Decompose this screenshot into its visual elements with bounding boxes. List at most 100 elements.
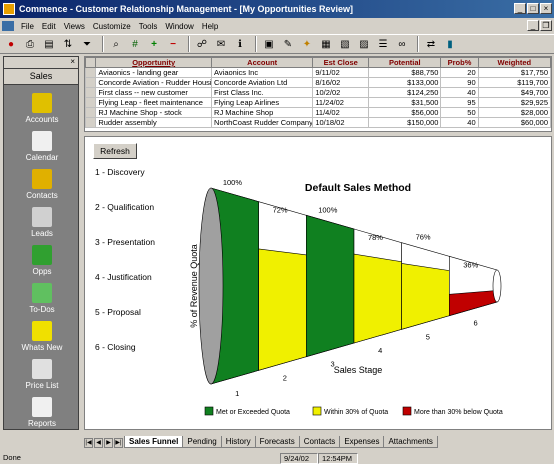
menu-file[interactable]: File — [17, 22, 38, 31]
next-tab-icon[interactable]: ▶ — [104, 438, 113, 448]
reports-icon — [32, 397, 52, 417]
col-opportunity[interactable]: Opportunity — [95, 57, 213, 68]
grid-cell: $119,700 — [477, 77, 552, 88]
binoculars-icon[interactable]: ∞ — [394, 36, 410, 52]
grid-cell: Flying Leap Airlines — [211, 97, 314, 108]
delete-icon[interactable]: − — [165, 36, 181, 52]
legend-swatch — [402, 406, 412, 416]
table-row[interactable]: First class -- new customer First Class I… — [84, 87, 552, 98]
info-icon[interactable]: ℹ — [232, 36, 248, 52]
sidebar-item-to-dos[interactable]: To-Dos — [4, 283, 80, 314]
edit-icon[interactable]: ✎ — [280, 36, 296, 52]
sidebar: × Sales Accounts Calendar Contacts Leads Opp… — [3, 56, 79, 430]
table-row[interactable]: Rudder assembly NorthCoast Rudder Company… — [84, 117, 552, 128]
grid-cell: $60,000 — [477, 117, 552, 128]
sort-icon[interactable]: ⇅ — [60, 36, 76, 52]
x-axis-label: Sales Stage — [334, 365, 383, 375]
first-tab-icon[interactable]: |◀ — [84, 438, 93, 448]
app-icon — [3, 3, 15, 15]
table-icon[interactable]: ▦ — [318, 36, 334, 52]
tab-expenses[interactable]: Expenses — [339, 436, 385, 448]
chart-icon[interactable]: ▨ — [356, 36, 372, 52]
sidebar-item-reports[interactable]: Reports — [4, 397, 80, 428]
prev-tab-icon[interactable]: ◀ — [94, 438, 103, 448]
search-icon[interactable]: ⌕ — [108, 36, 124, 52]
document-icon[interactable] — [2, 21, 14, 31]
menu-tools[interactable]: Tools — [135, 22, 162, 31]
sidebar-item-calendar[interactable]: Calendar — [4, 131, 80, 162]
menu-customize[interactable]: Customize — [89, 22, 135, 31]
maximize-button[interactable]: □ — [527, 3, 539, 14]
menu-views[interactable]: Views — [60, 22, 89, 31]
opportunities-grid: Opportunity Account Est Close Potential … — [84, 56, 552, 132]
stop-icon[interactable]: ● — [3, 36, 19, 52]
menu-window[interactable]: Window — [161, 22, 197, 31]
grid-cell: Concorde Aviation - Rudder Housin — [95, 77, 213, 88]
legend-label: More than 30% below Quota — [414, 409, 503, 416]
sidebar-item-leads[interactable]: Leads — [4, 207, 80, 238]
tab-contacts[interactable]: Contacts — [298, 436, 341, 448]
value-label: 100% — [223, 178, 243, 187]
view-icon[interactable]: ▣ — [261, 36, 277, 52]
list-icon[interactable]: ☰ — [375, 36, 391, 52]
report-icon[interactable]: ▧ — [337, 36, 353, 52]
sidebar-item-label: Calendar — [25, 153, 59, 162]
col-potential[interactable]: Potential — [368, 57, 442, 68]
sidebar-tab-sales[interactable]: Sales — [4, 69, 78, 85]
sidebar-item-contacts[interactable]: Contacts — [4, 169, 80, 200]
grid-cell: $29,925 — [477, 97, 552, 108]
funnel-bar — [306, 214, 355, 358]
doc-restore-button[interactable]: ❐ — [540, 20, 552, 31]
add-icon[interactable]: + — [146, 36, 162, 52]
category-label: 1 — [235, 389, 239, 398]
last-tab-icon[interactable]: ▶| — [114, 438, 123, 448]
legend-label: Met or Exceeded Quota — [216, 409, 290, 416]
col-prob[interactable]: Prob% — [440, 57, 479, 68]
save-icon[interactable]: ▮ — [442, 36, 458, 52]
sidebar-header: × — [4, 57, 78, 69]
funnel-front-cap — [198, 187, 224, 385]
col-weighted[interactable]: Weighted — [477, 57, 552, 68]
tab-sales-funnel[interactable]: Sales Funnel — [124, 436, 184, 448]
print-icon[interactable]: ⎙ — [22, 36, 38, 52]
sidebar-item-price-list[interactable]: Price List — [4, 359, 80, 390]
tab-history[interactable]: History — [220, 436, 256, 448]
grid-cell: $150,000 — [368, 117, 442, 128]
contacts-icon — [32, 169, 52, 189]
minimize-button[interactable]: _ — [514, 3, 526, 14]
menu-edit[interactable]: Edit — [38, 22, 60, 31]
sidebar-close-icon[interactable]: × — [70, 57, 75, 66]
tab-attachments[interactable]: Attachments — [383, 436, 438, 448]
grid-cell: RJ Machine Shop - stock — [95, 107, 213, 118]
sync-icon[interactable]: ⇄ — [423, 36, 439, 52]
grid-cell: Flying Leap - fleet maintenance — [95, 97, 213, 108]
sidebar-item-opps[interactable]: Opps — [4, 245, 80, 276]
sidebar-item-whats-new[interactable]: Whats New — [4, 321, 80, 352]
col-account[interactable]: Account — [211, 57, 314, 68]
grid-cell: $133,000 — [368, 77, 442, 88]
connect-icon[interactable]: ☍ — [194, 36, 210, 52]
grid-cell: RJ Machine Shop — [211, 107, 314, 118]
col-est-close[interactable]: Est Close — [312, 57, 370, 68]
grid-cell: 20 — [440, 67, 479, 78]
close-button[interactable]: × — [540, 3, 552, 14]
doc-minimize-button[interactable]: _ — [527, 20, 539, 31]
chart-title: Default Sales Method — [305, 182, 411, 194]
table-row[interactable]: Aviaonics - landing gear Aviaonics Inc 9/1… — [84, 67, 552, 78]
wizard-icon[interactable]: ✦ — [299, 36, 315, 52]
filter-icon[interactable]: ⏷ — [79, 36, 95, 52]
preview-icon[interactable]: ▤ — [41, 36, 57, 52]
menu-help[interactable]: Help — [198, 22, 222, 31]
table-row[interactable]: RJ Machine Shop - stock RJ Machine Shop 11… — [84, 107, 552, 118]
table-row[interactable]: Flying Leap - fleet maintenance Flying Le… — [84, 97, 552, 108]
tab-pending[interactable]: Pending — [182, 436, 222, 448]
email-icon[interactable]: ✉ — [213, 36, 229, 52]
table-row[interactable]: Concorde Aviation - Rudder Housin Concord… — [84, 77, 552, 88]
tab-forecasts[interactable]: Forecasts — [254, 436, 300, 448]
todo-icon — [32, 283, 52, 303]
grid-cell: 40 — [440, 117, 479, 128]
sidebar-item-label: Whats New — [21, 343, 63, 352]
grid-icon[interactable]: # — [127, 36, 143, 52]
sidebar-item-accounts[interactable]: Accounts — [4, 93, 80, 124]
toolbar: ● ⎙ ▤ ⇅ ⏷ ⌕ # + − ☍ ✉ ℹ ▣ ✎ ✦ ▦ ▧ ▨ ☰ ∞ … — [0, 34, 554, 54]
